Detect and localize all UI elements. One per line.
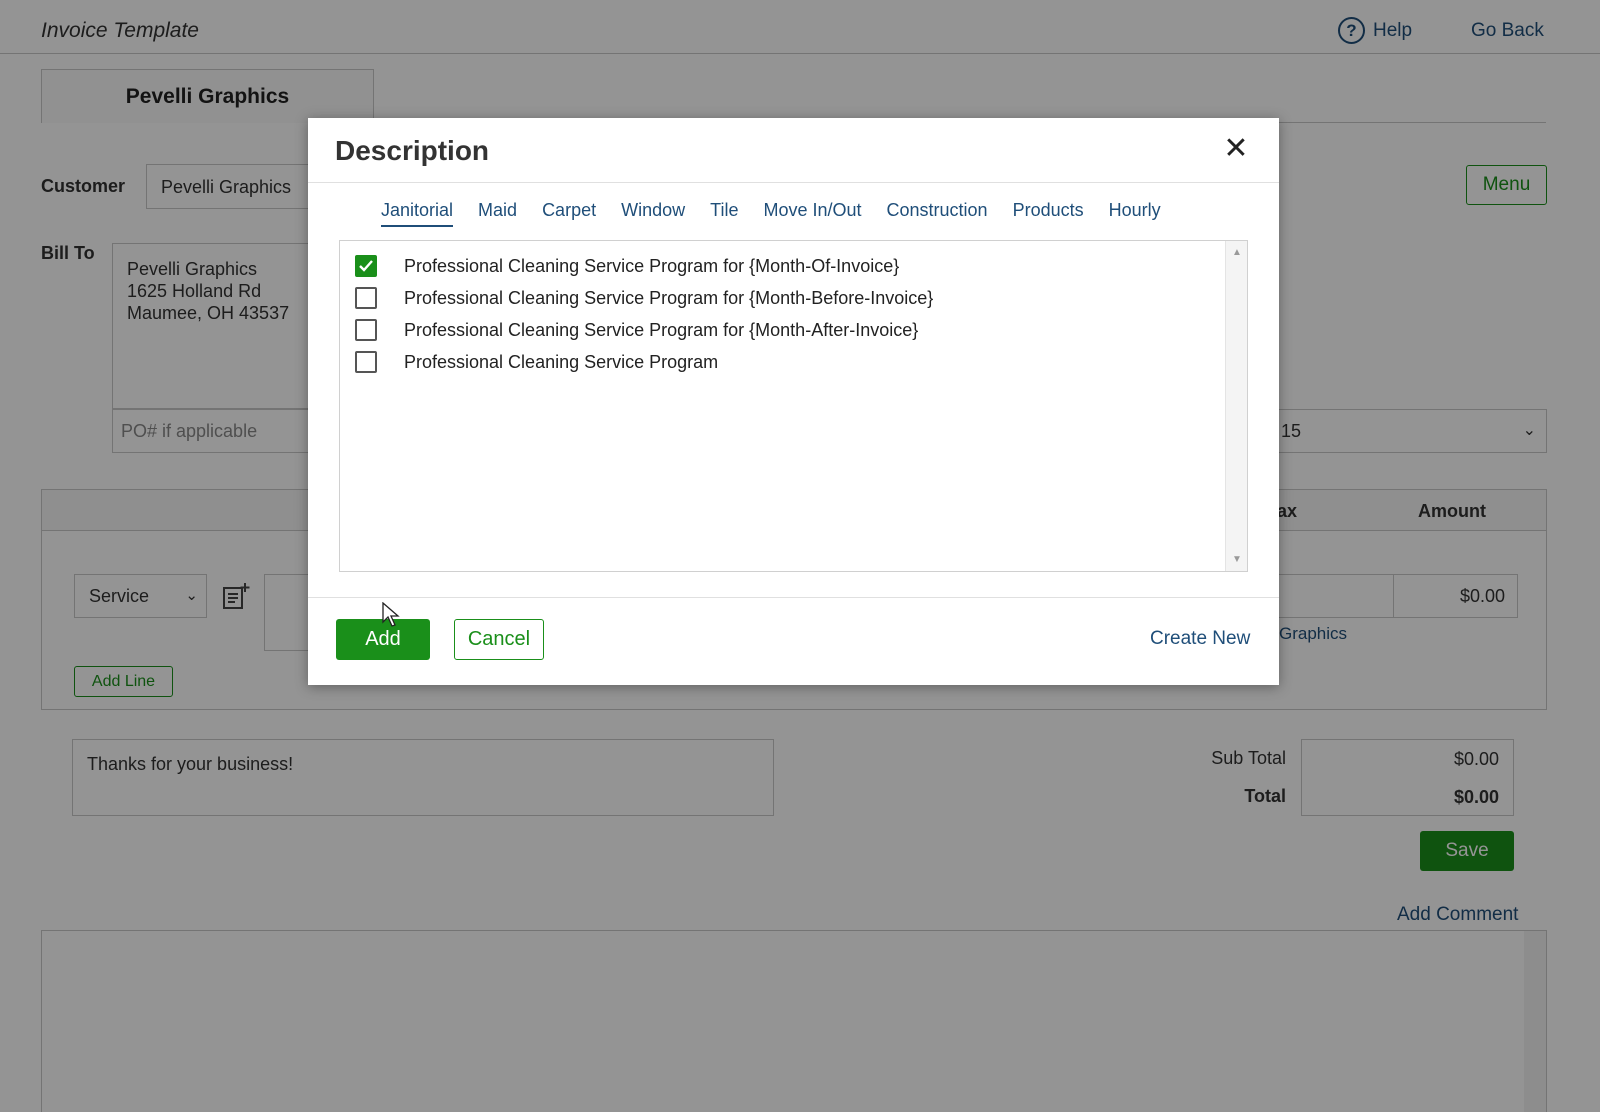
tab-tile[interactable]: Tile: [710, 200, 738, 227]
list-item-label: Professional Cleaning Service Program fo…: [404, 255, 900, 276]
tab-maid[interactable]: Maid: [478, 200, 517, 227]
description-modal: Description ✕ Janitorial Maid Carpet Win…: [308, 118, 1279, 685]
create-new-link[interactable]: Create New: [1150, 628, 1250, 650]
checkbox[interactable]: [355, 287, 377, 309]
close-icon[interactable]: ✕: [1221, 134, 1251, 164]
list-item-label: Professional Cleaning Service Program: [404, 351, 719, 372]
checkbox-checked[interactable]: [355, 255, 377, 277]
list-item-label: Professional Cleaning Service Program fo…: [404, 287, 934, 308]
list-item[interactable]: Professional Cleaning Service Program fo…: [355, 285, 933, 311]
tab-move-in-out[interactable]: Move In/Out: [763, 200, 861, 227]
list-item[interactable]: Professional Cleaning Service Program: [355, 349, 718, 375]
checkbox[interactable]: [355, 351, 377, 373]
tab-hourly[interactable]: Hourly: [1109, 200, 1161, 227]
tab-construction[interactable]: Construction: [887, 200, 988, 227]
list-item-label: Professional Cleaning Service Program fo…: [404, 319, 919, 340]
tab-products[interactable]: Products: [1013, 200, 1084, 227]
tab-window[interactable]: Window: [621, 200, 685, 227]
scroll-down-icon[interactable]: ▼: [1232, 554, 1242, 565]
tab-carpet[interactable]: Carpet: [542, 200, 596, 227]
tab-janitorial[interactable]: Janitorial: [381, 200, 454, 227]
checkbox[interactable]: [355, 319, 377, 341]
list-scrollbar[interactable]: ▲ ▼: [1225, 241, 1247, 571]
modal-title: Description: [335, 135, 490, 166]
description-list: Professional Cleaning Service Program fo…: [339, 240, 1248, 572]
list-item[interactable]: Professional Cleaning Service Program fo…: [355, 253, 899, 279]
scroll-up-icon[interactable]: ▲: [1232, 247, 1242, 258]
category-tabs: Janitorial Maid Carpet Window Tile Move …: [381, 200, 1186, 227]
modal-footer: Add Cancel Create New: [308, 597, 1279, 685]
check-icon: [359, 260, 373, 272]
modal-header: Description ✕: [308, 118, 1279, 183]
cancel-button[interactable]: Cancel: [454, 619, 544, 660]
mouse-cursor-icon: [382, 602, 400, 627]
list-item[interactable]: Professional Cleaning Service Program fo…: [355, 317, 918, 343]
